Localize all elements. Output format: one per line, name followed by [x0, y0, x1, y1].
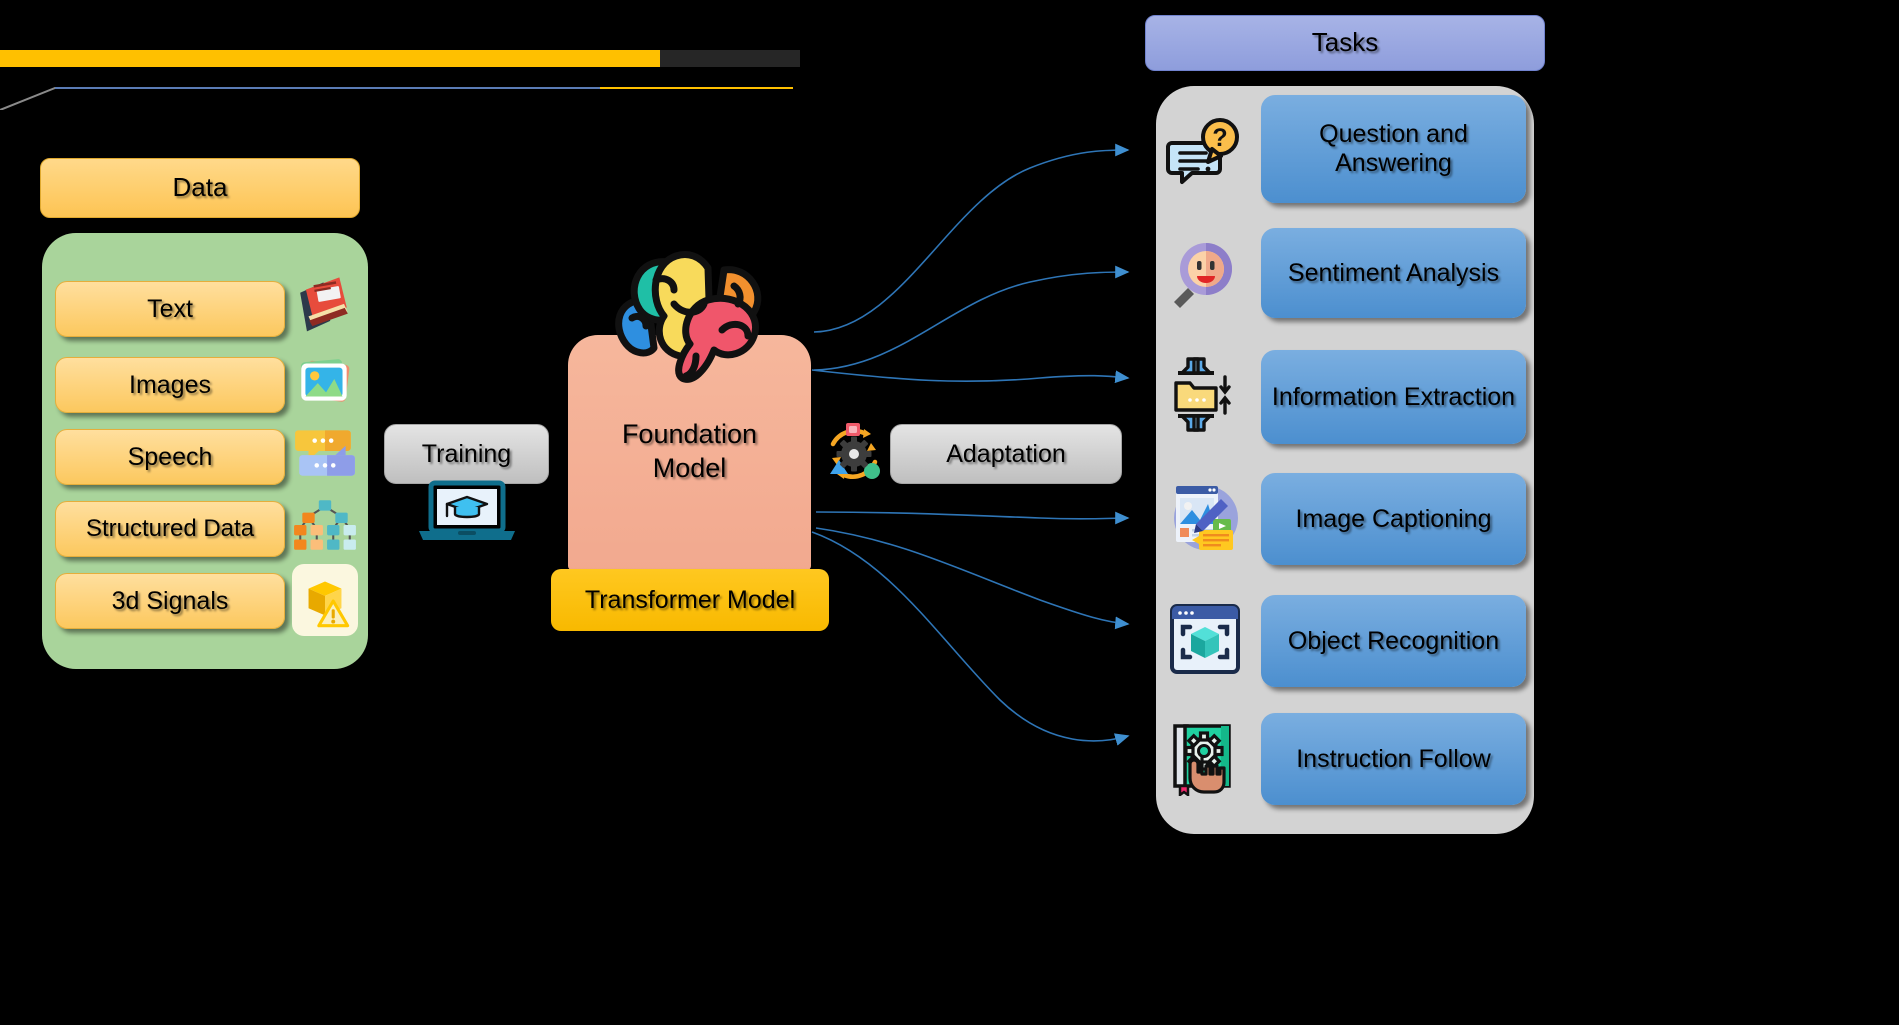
data-item-images[interactable]: Images — [55, 357, 285, 413]
data-item-structured-data[interactable]: Structured Data — [55, 501, 285, 557]
data-item-3d-signals[interactable]: 3d Signals — [55, 573, 285, 629]
task-item-label: Instruction Follow — [1296, 744, 1491, 773]
colorful-brain-icon — [615, 251, 762, 383]
foundation-label-line1: Foundation — [621, 419, 758, 449]
data-item-speech[interactable]: Speech — [55, 429, 285, 485]
gear-cycle-icon — [830, 423, 880, 479]
task-item-label: Information Extraction — [1271, 382, 1516, 411]
task-item-sentiment-analysis[interactable]: Sentiment Analysis — [1261, 228, 1526, 318]
decorative-diagonal-line — [0, 87, 793, 110]
adaptation-box[interactable]: Adaptation — [890, 424, 1122, 484]
book-gear-hand-icon — [1173, 724, 1231, 796]
task-item-question-and-answering[interactable]: Question and Answering — [1261, 95, 1526, 203]
tree-hierarchy-icon — [294, 500, 356, 550]
task-item-label: Object Recognition — [1287, 626, 1500, 655]
foundation-model-label: Foundation Model — [568, 418, 811, 486]
data-header-box: Data — [40, 158, 360, 218]
tasks-header-box: Tasks — [1145, 15, 1545, 71]
foundation-label-line2: Model — [652, 452, 727, 483]
data-item-text[interactable]: Text — [55, 281, 285, 337]
data-item-label: 3d Signals — [111, 586, 229, 615]
task-item-instruction-follow[interactable]: Instruction Follow — [1261, 713, 1526, 805]
training-box[interactable]: Training — [384, 424, 549, 484]
adaptation-label: Adaptation — [946, 439, 1066, 468]
task-item-image-captioning[interactable]: Image Captioning — [1261, 473, 1526, 565]
task-item-label: Sentiment Analysis — [1287, 258, 1500, 287]
book-icon — [300, 277, 348, 332]
data-item-label: Structured Data — [85, 515, 255, 543]
decorative-top-bar-tail — [660, 50, 800, 67]
task-item-label: Image Captioning — [1295, 504, 1492, 533]
chat-bubbles-icon — [295, 430, 355, 476]
diagram-canvas: Data Text Images Speech Structured Data … — [0, 0, 1899, 1025]
data-header-label: Data — [172, 172, 228, 203]
photo-stack-icon — [300, 359, 350, 402]
task-item-information-extraction[interactable]: Information Extraction — [1261, 350, 1526, 444]
data-item-label: Text — [147, 294, 193, 323]
tasks-header-label: Tasks — [1311, 27, 1379, 58]
magnifier-smiley-icon — [1174, 243, 1232, 308]
task-item-label: Question and Answering — [1319, 120, 1468, 177]
question-chat-icon: ? — [1166, 118, 1239, 184]
data-item-label: Images — [129, 370, 211, 399]
data-item-label: Speech — [127, 442, 213, 471]
transformer-model-label: Transformer Model — [584, 585, 796, 614]
laptop-graduation-cap-icon — [419, 480, 515, 540]
transformer-model-box[interactable]: Transformer Model — [551, 569, 829, 631]
folder-compress-icon — [1174, 357, 1231, 432]
task-item-object-recognition[interactable]: Object Recognition — [1261, 595, 1526, 687]
cube-scan-icon — [1170, 604, 1240, 674]
svg-text:?: ? — [1212, 124, 1227, 152]
image-caption-icon — [1174, 486, 1238, 550]
3d-box-warning-icon — [308, 581, 350, 628]
training-label: Training — [421, 439, 512, 468]
